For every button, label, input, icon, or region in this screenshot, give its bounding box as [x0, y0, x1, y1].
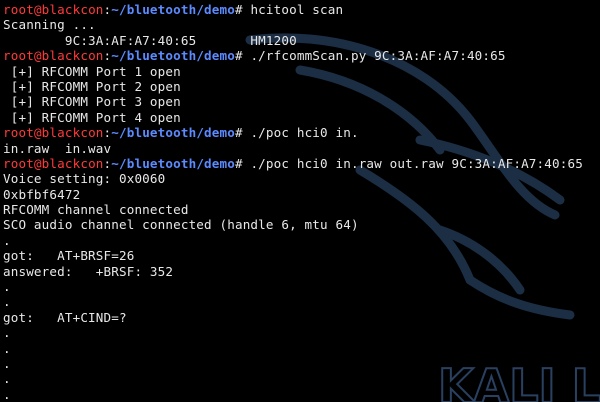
prompt-line: root@blackcon:~/bluetooth/demo# ./poc hc… — [3, 156, 583, 171]
output-line: in.raw in.wav — [3, 140, 112, 156]
output-line: Voice setting: 0x0060 — [3, 171, 166, 187]
prompt-host: blackcon — [41, 48, 104, 64]
prompt-symbol: # — [234, 2, 251, 17]
command-text: ./rfcommScan.py 9C:3A:AF:A7:40:65 — [250, 48, 506, 64]
prompt-line: root@blackcon:~/bluetooth/demo# ./rfcomm… — [3, 48, 583, 63]
prompt-path: ~/bluetooth/demo — [111, 155, 235, 171]
prompt-host: blackcon — [41, 2, 104, 17]
output-line: [+] RFCOMM Port 4 open — [3, 109, 181, 125]
prompt-path: ~/bluetooth/demo — [111, 2, 235, 17]
prompt-at: @ — [33, 155, 42, 171]
prompt-line: root@blackcon:~/bluetooth/demo# ./poc hc… — [3, 125, 583, 140]
output-line: . — [3, 325, 11, 341]
prompt-at: @ — [33, 2, 42, 17]
output-line: answered: +BRSF: 352 — [3, 263, 174, 279]
output-line: . — [3, 355, 11, 371]
output-line: got: AT+CIND=? — [3, 309, 127, 325]
prompt-symbol: # — [234, 125, 251, 141]
terminal-window[interactable]: KALI LI root@blackcon:~/bluetooth/demo# … — [0, 0, 600, 402]
output-line: [+] RFCOMM Port 1 open — [3, 63, 181, 79]
output-line: . — [3, 371, 11, 387]
output-line: . — [3, 279, 11, 295]
prompt-host: blackcon — [41, 155, 104, 171]
output-line: . — [3, 232, 11, 248]
output-line: SCO audio channel connected (handle 6, m… — [3, 217, 359, 233]
command-text: hcitool scan — [250, 2, 344, 17]
output-line: Scanning ... — [3, 17, 96, 33]
prompt-at: @ — [33, 125, 42, 141]
prompt-symbol: # — [234, 48, 251, 64]
prompt-path: ~/bluetooth/demo — [111, 48, 235, 64]
output-line: [+] RFCOMM Port 2 open — [3, 78, 181, 94]
output-line: 9C:3A:AF:A7:40:65 HM1200 — [3, 32, 297, 48]
output-line: 0xbfbf6472 — [3, 186, 81, 202]
prompt-host: blackcon — [41, 125, 104, 141]
output-line: . — [3, 340, 11, 356]
output-line: RFCOMM channel connected — [3, 202, 189, 218]
prompt-at: @ — [33, 48, 42, 64]
prompt-user: root — [3, 2, 34, 17]
prompt-user: root — [3, 48, 34, 64]
prompt-symbol: # — [234, 155, 251, 171]
prompt-path: ~/bluetooth/demo — [111, 125, 235, 141]
output-line: got: AT+BRSF=26 — [3, 248, 135, 264]
terminal-output: root@blackcon:~/bluetooth/demo# hcitool … — [3, 2, 583, 402]
prompt-user: root — [3, 125, 34, 141]
output-line: . — [3, 294, 11, 310]
prompt-user: root — [3, 155, 34, 171]
command-text: ./poc hci0 in. — [250, 125, 359, 141]
command-text: ./poc hci0 in.raw out.raw 9C:3A:AF:A7:40… — [250, 155, 583, 171]
output-line: . — [3, 386, 11, 402]
output-line: [+] RFCOMM Port 3 open — [3, 94, 181, 110]
prompt-line: root@blackcon:~/bluetooth/demo# hcitool … — [3, 2, 583, 17]
